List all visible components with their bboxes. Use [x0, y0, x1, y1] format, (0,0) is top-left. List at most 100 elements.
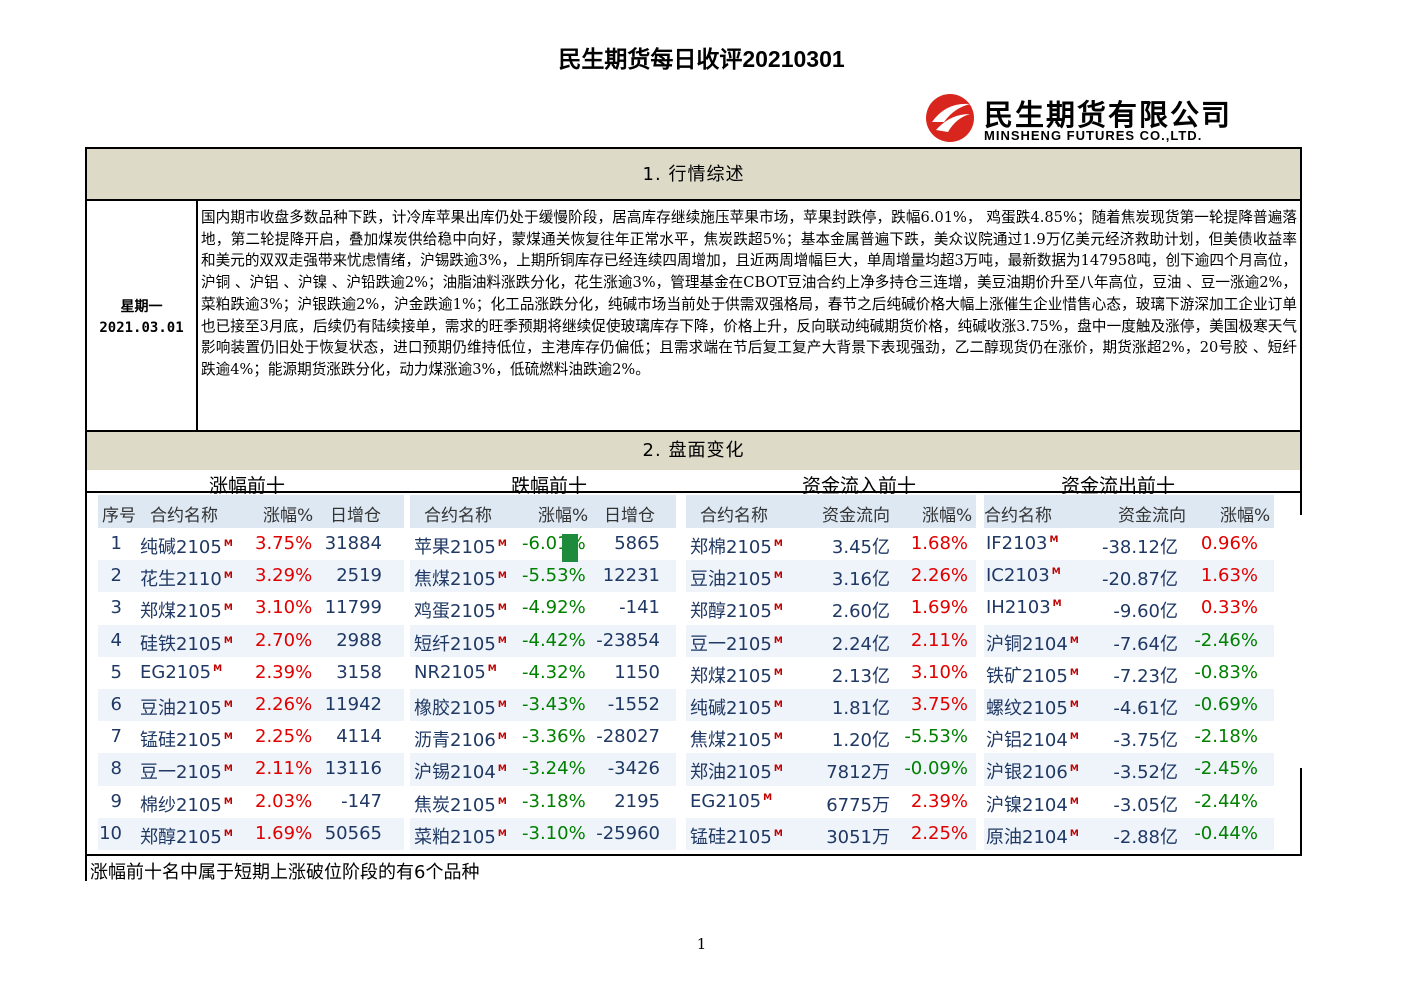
main-contract-marker: M — [487, 663, 497, 674]
contract-cell: IH2103 M — [986, 597, 1062, 618]
col-header: 合约名称 — [150, 506, 218, 526]
oi-change-cell-text: 31884 — [324, 533, 382, 554]
change-cell: -3.36% — [522, 726, 586, 747]
change-cell-text: 0.33% — [1200, 597, 1258, 619]
outflow-title: 资金流出前十 — [1061, 475, 1176, 497]
change-cell-text: 3.10% — [910, 661, 968, 683]
change-cell: -4.32% — [522, 662, 586, 683]
contract-cell: 花生2110 M — [140, 565, 233, 591]
contract-cell-text: 焦炭2105 — [414, 794, 496, 816]
table-row: 原油2104 M -2.88亿 -0.44% — [984, 817, 1274, 850]
change-cell-text: 2.70% — [255, 629, 313, 651]
change-cell-text: -3.18% — [522, 790, 586, 812]
contract-cell-text: 沪铝2104 — [986, 730, 1068, 752]
contract-cell-text: 棉纱2105 — [140, 794, 222, 816]
table-header: 合约名称 涨幅% 日增仓 — [410, 495, 676, 528]
change-cell-text: -2.44% — [1194, 790, 1258, 812]
contract-cell: 鸡蛋2105 M — [414, 597, 507, 623]
fund-flow-cell-text: 3051万 — [826, 826, 890, 848]
fund-flow-cell: 3051万 — [826, 823, 890, 849]
gainers-title: 涨幅前十 — [209, 475, 286, 497]
inflow-table: 合约名称 资金流向 涨幅% 郑棉2105 M 3.45亿 1.68% 豆油2105 M 3.… — [686, 495, 976, 850]
change-cell: -3.24% — [522, 758, 586, 779]
oi-change-cell: 5865 — [614, 533, 660, 554]
col-header: 合约名称 — [984, 506, 1052, 526]
fund-flow-cell-text: 2.13亿 — [831, 665, 890, 687]
report-frame: 1. 行情综述 星期一 2021.03.01 国内期市收盘多数品种下跌，计冷库苹… — [85, 147, 1302, 497]
rank-cell: 6 — [111, 694, 122, 715]
oi-change-cell-text: 11942 — [324, 693, 382, 715]
logo-en-text: MINSHENG FUTURES CO.,LTD. — [984, 128, 1203, 143]
oi-change-cell-text: -23854 — [596, 629, 660, 651]
fund-flow-cell-text: -9.60亿 — [1113, 601, 1178, 623]
change-cell-text: -0.69% — [1194, 693, 1258, 715]
col-header: 日增仓 — [604, 506, 655, 526]
rank-cell-text: 9 — [110, 790, 122, 812]
table-row: 郑煤2105 M 2.13亿 3.10% — [686, 657, 976, 689]
contract-cell-text: 豆油2105 — [140, 697, 222, 719]
oi-change-cell: -25960 — [596, 823, 660, 844]
oi-change-cell-text: 5865 — [614, 533, 660, 554]
table-row: 郑醇2105 M 2.60亿 1.69% — [686, 592, 976, 624]
main-contract-marker: M — [223, 571, 233, 582]
contract-cell-text: 沪银2106 — [986, 762, 1068, 784]
frame-bottom-border — [85, 854, 1302, 856]
fund-flow-cell: -4.61亿 — [1113, 694, 1178, 720]
losers-table: 合约名称 涨幅% 日增仓 苹果2105 M -6.01% 5865 焦煤2105 M -5.… — [410, 495, 676, 850]
oi-change-cell-text: 11799 — [324, 597, 382, 619]
change-cell: -2.44% — [1194, 791, 1258, 812]
change-cell: -5.53% — [904, 726, 968, 747]
rank-cell-text: 10 — [99, 822, 122, 844]
contract-cell: 菜粕2105 M — [414, 823, 507, 849]
table-row: 焦煤2105 M -5.53% 12231 — [410, 560, 676, 593]
change-cell: 1.69% — [255, 823, 312, 844]
change-cell-text: -3.43% — [522, 693, 586, 715]
fund-flow-cell: -9.60亿 — [1113, 597, 1178, 623]
change-cell: -0.09% — [904, 758, 968, 779]
oi-change-cell-text: 2519 — [336, 565, 382, 587]
change-cell-text: 2.39% — [910, 790, 968, 812]
change-cell-text: 2.03% — [255, 790, 313, 812]
contract-cell-text: IH2103 — [986, 597, 1051, 619]
rank-cell: 3 — [111, 597, 122, 618]
change-cell: 2.26% — [255, 694, 312, 715]
col-header: 涨幅% — [922, 506, 973, 526]
main-contract-marker: M — [773, 699, 783, 710]
market-summary-text: 国内期市收盘多数品种下跌，计冷库苹果出库仍处于缓慢阶段，居高库存继续施压苹果市场… — [201, 209, 1297, 378]
change-cell: 0.96% — [1201, 533, 1258, 554]
change-cell: -3.18% — [522, 791, 586, 812]
table-row: 7 锰硅2105 M 2.25% 4114 — [98, 721, 404, 753]
contract-cell-text: 花生2110 — [140, 569, 222, 591]
contract-cell: 郑醇2105 M — [690, 597, 783, 623]
change-cell: 2.25% — [911, 823, 968, 844]
fund-flow-cell-text: 6775万 — [826, 794, 890, 816]
main-contract-marker: M — [773, 732, 783, 743]
main-contract-marker: M — [223, 699, 233, 710]
table-row: 豆一2105 M 2.24亿 2.11% — [686, 624, 976, 657]
rank-cell-text: 6 — [110, 693, 122, 715]
contract-cell: 铁矿2105 M — [986, 662, 1079, 688]
change-cell: 2.26% — [911, 565, 968, 586]
table-row: 沪锡2104 M -3.24% -3426 — [410, 753, 676, 786]
oi-change-cell-text: -28027 — [596, 726, 660, 748]
contract-cell-text: IF2103 — [986, 533, 1048, 554]
oi-change-cell: 1150 — [614, 662, 660, 683]
contract-cell: 焦炭2105 M — [414, 791, 507, 817]
change-cell-text: -2.46% — [1194, 629, 1258, 651]
rank-cell-text: 5 — [110, 661, 122, 683]
oi-change-cell-text: 2988 — [336, 629, 382, 651]
table-row: 2 花生2110 M 3.29% 2519 — [98, 560, 404, 593]
fund-flow-cell-text: -3.52亿 — [1113, 762, 1178, 784]
market-summary-row: 星期一 2021.03.01 国内期市收盘多数品种下跌，计冷库苹果出库仍处于缓慢… — [87, 201, 1300, 432]
main-contract-marker: M — [1069, 699, 1079, 710]
change-cell: 1.63% — [1201, 565, 1258, 586]
change-cell: -5.53% — [522, 565, 586, 586]
fund-flow-cell: 3.45亿 — [832, 533, 890, 559]
change-cell: 3.75% — [255, 533, 312, 554]
rank-cell-text: 4 — [110, 629, 122, 651]
table-row: 螺纹2105 M -4.61亿 -0.69% — [984, 688, 1274, 722]
fund-flow-cell-text: 2.24亿 — [831, 633, 890, 655]
contract-cell-text: 沪铜2104 — [986, 633, 1068, 655]
oi-change-cell: 2988 — [336, 630, 382, 651]
fund-flow-cell-text: -3.05亿 — [1113, 794, 1178, 816]
